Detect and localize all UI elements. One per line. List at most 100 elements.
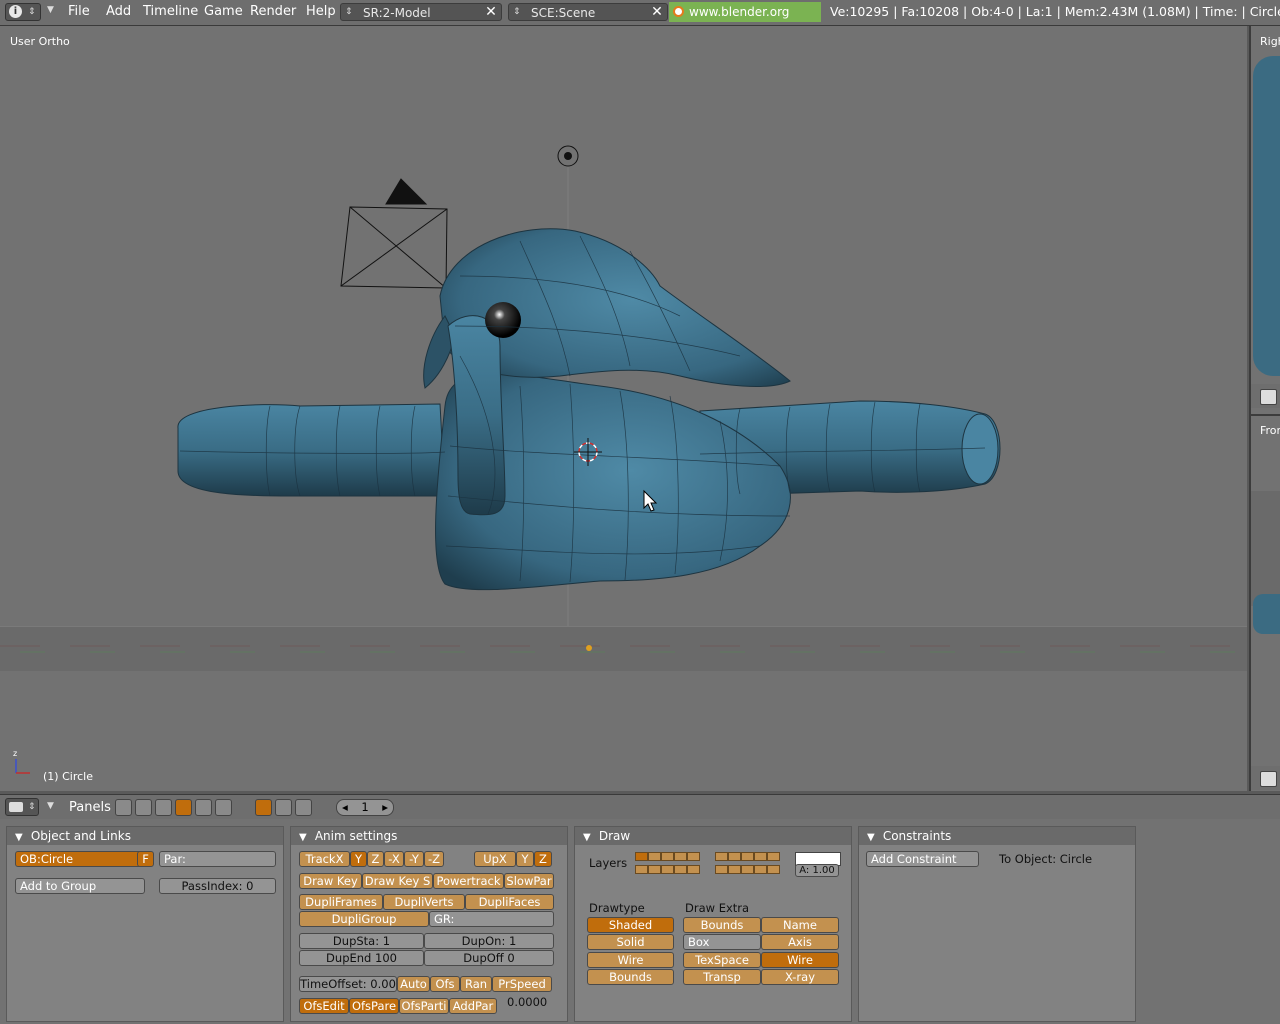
layer-8-button[interactable] xyxy=(741,852,754,861)
scene-name[interactable]: SCE:Scene xyxy=(531,6,595,20)
right-view-pane[interactable]: Righ xyxy=(1251,26,1280,411)
extra-transp-button[interactable]: Transp xyxy=(683,969,761,985)
panel-collapse-icon[interactable]: ▼ xyxy=(15,829,27,847)
layer-14-button[interactable] xyxy=(674,865,687,874)
script-context-icon[interactable] xyxy=(135,799,152,816)
layer-1-button[interactable] xyxy=(635,852,648,861)
layer-11-button[interactable] xyxy=(635,865,648,874)
panel-collapse-icon[interactable]: ▼ xyxy=(299,829,311,847)
extra-name-button[interactable]: Name xyxy=(761,917,839,933)
layer-10-button[interactable] xyxy=(767,852,780,861)
extra-axis-button[interactable]: Axis xyxy=(761,934,839,950)
drawtype-bounds-button[interactable]: Bounds xyxy=(587,969,674,985)
add-constraint-menu[interactable]: Add Constraint xyxy=(866,851,979,867)
lamp-object[interactable] xyxy=(557,145,579,167)
object-name-field[interactable]: OB:Circle xyxy=(15,851,145,867)
track-z-button[interactable]: Z xyxy=(367,851,384,867)
scene-canvas[interactable] xyxy=(0,26,1247,791)
panel-collapse-icon[interactable]: ▼ xyxy=(583,829,595,847)
scene-selector[interactable]: ⇕ SCE:Scene ✕ xyxy=(508,3,668,21)
time-ran-button[interactable]: Ran xyxy=(460,976,492,992)
particles-subcontext-icon[interactable] xyxy=(295,799,312,816)
blender-url-badge[interactable]: www.blender.org 249.2 xyxy=(669,2,821,39)
collapse-menu-icon[interactable]: ▼ xyxy=(47,801,54,811)
up-y-button[interactable]: Y xyxy=(516,851,534,867)
side-views-strip[interactable]: Righ Fron xyxy=(1249,26,1280,791)
dup-off-field[interactable]: DupOff 0 xyxy=(424,950,554,966)
constraints-panel-header[interactable]: ▼ Constraints xyxy=(859,827,1135,845)
add-to-group-menu[interactable]: Add to Group xyxy=(15,878,145,894)
logic-context-icon[interactable] xyxy=(115,799,132,816)
scene-browse-icon[interactable]: ⇕ xyxy=(513,4,521,20)
layer-6-button[interactable] xyxy=(715,852,728,861)
bounds-type-menu[interactable]: Box xyxy=(683,934,761,950)
dupli-group-button[interactable]: DupliGroup xyxy=(299,911,429,927)
track-y-button[interactable]: Y xyxy=(350,851,367,867)
screen-browse-icon[interactable]: ⇕ xyxy=(345,4,353,20)
dupli-verts-button[interactable]: DupliVerts xyxy=(383,894,465,910)
add-parent-button[interactable]: AddPar xyxy=(449,998,497,1014)
time-auto-button[interactable]: Auto xyxy=(397,976,430,992)
layer-2-button[interactable] xyxy=(648,852,661,861)
dupli-faces-button[interactable]: DupliFaces xyxy=(465,894,554,910)
layer-7-button[interactable] xyxy=(728,852,741,861)
layer-19-button[interactable] xyxy=(754,865,767,874)
extra-wire-button[interactable]: Wire xyxy=(761,952,839,968)
track-x-button[interactable]: TrackX xyxy=(299,851,350,867)
screen-delete-icon[interactable]: ✕ xyxy=(483,4,499,20)
track-neg-z-button[interactable]: -Z xyxy=(424,851,444,867)
shading-context-icon[interactable] xyxy=(155,799,172,816)
extra-xray-button[interactable]: X-ray xyxy=(761,969,839,985)
collapse-menu-icon[interactable]: ▼ xyxy=(47,5,54,15)
panel-collapse-icon[interactable]: ▼ xyxy=(867,829,879,847)
dup-on-field[interactable]: DupOn: 1 xyxy=(424,933,554,949)
buttons-window-type-button[interactable]: ⇕ xyxy=(5,798,39,816)
draw-panel-header[interactable]: ▼ Draw xyxy=(575,827,851,845)
menu-file[interactable]: File xyxy=(68,4,90,19)
dup-start-field[interactable]: DupSta: 1 xyxy=(299,933,424,949)
alpha-field[interactable]: A: 1.00 xyxy=(795,864,839,877)
screen-selector[interactable]: ⇕ SR:2-Model ✕ xyxy=(340,3,502,21)
slowpar-button[interactable]: SlowPar xyxy=(504,873,554,889)
scene-delete-icon[interactable]: ✕ xyxy=(649,4,665,20)
draw-key-button[interactable]: Draw Key xyxy=(299,873,362,889)
editing-context-icon[interactable] xyxy=(195,799,212,816)
layer-4-button[interactable] xyxy=(674,852,687,861)
dupli-frames-button[interactable]: DupliFrames xyxy=(299,894,383,910)
object-subcontext-icon[interactable] xyxy=(255,799,272,816)
track-neg-y-button[interactable]: -Y xyxy=(404,851,424,867)
anim-settings-panel-header[interactable]: ▼ Anim settings xyxy=(291,827,567,845)
layer-5-button[interactable] xyxy=(687,852,700,861)
info-window-type-button[interactable]: i ⇕ xyxy=(5,3,41,21)
ofs-parent-button[interactable]: OfsPare xyxy=(349,998,399,1014)
drawtype-wire-button[interactable]: Wire xyxy=(587,952,674,968)
fake-user-button[interactable]: F xyxy=(137,851,154,867)
frame-increment-icon[interactable]: ▸ xyxy=(382,800,388,815)
object-links-panel-header[interactable]: ▼ Object and Links xyxy=(7,827,283,845)
screen-name[interactable]: SR:2-Model xyxy=(363,6,431,20)
up-x-button[interactable]: UpX xyxy=(474,851,516,867)
prspeed-button[interactable]: PrSpeed xyxy=(492,976,552,992)
camera-object[interactable] xyxy=(340,178,448,289)
layer-13-button[interactable] xyxy=(661,865,674,874)
pass-index-field[interactable]: PassIndex: 0 xyxy=(159,878,276,894)
layer-18-button[interactable] xyxy=(741,865,754,874)
layer-9-button[interactable] xyxy=(754,852,767,861)
powertrack-button[interactable]: Powertrack xyxy=(433,873,504,889)
parent-field[interactable]: Par: xyxy=(159,851,276,867)
drawtype-shaded-button[interactable]: Shaded xyxy=(587,917,674,933)
layer-15-button[interactable] xyxy=(687,865,700,874)
physics-subcontext-icon[interactable] xyxy=(275,799,292,816)
menu-help[interactable]: Help xyxy=(306,4,336,19)
panels-menu[interactable]: Panels xyxy=(69,800,111,815)
frame-decrement-icon[interactable]: ◂ xyxy=(342,800,348,815)
3d-viewport[interactable]: User Ortho z (1) Circle xyxy=(0,26,1247,791)
menu-game[interactable]: Game xyxy=(204,4,243,19)
drawtype-solid-button[interactable]: Solid xyxy=(587,934,674,950)
front-view-pane[interactable]: Fron xyxy=(1251,414,1280,791)
dupli-group-field[interactable]: GR: xyxy=(429,911,554,927)
menu-render[interactable]: Render xyxy=(250,4,296,19)
layer-20-button[interactable] xyxy=(767,865,780,874)
frame-number-field[interactable]: ◂ 1 ▸ xyxy=(336,799,394,816)
ofs-edit-button[interactable]: OfsEdit xyxy=(299,998,349,1014)
